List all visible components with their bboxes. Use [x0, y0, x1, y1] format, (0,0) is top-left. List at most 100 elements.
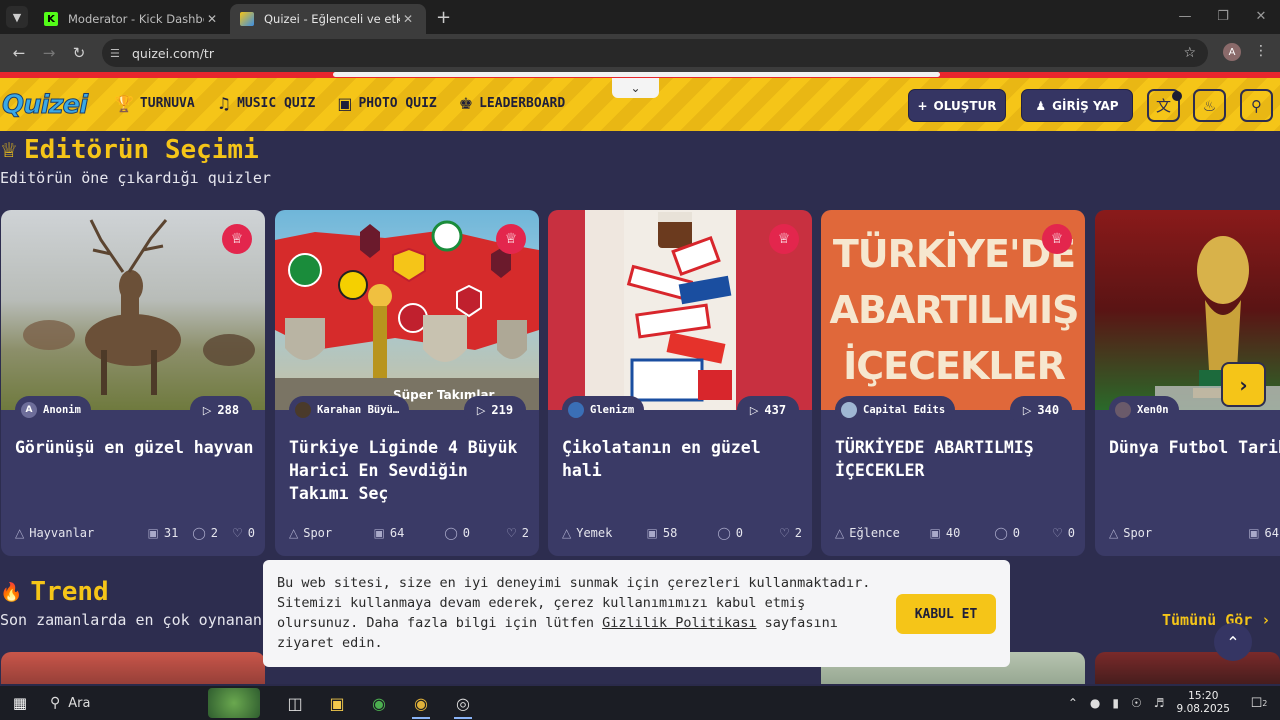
notification-count: 2	[1262, 698, 1268, 708]
quiz-card[interactable]: TÜRKİYE'DE ABARTILMIŞ İÇECEKLER ♕ Capita…	[821, 210, 1085, 556]
close-window-icon[interactable]: ✕	[1242, 0, 1280, 32]
wifi-icon[interactable]: ☉	[1131, 696, 1142, 710]
task-view-icon[interactable]: ◫	[274, 686, 316, 720]
cookie-message: Bu web sitesi, size en iyi deneyimi sunm…	[277, 573, 887, 653]
clock[interactable]: 15:20 9.08.2025	[1177, 690, 1230, 716]
accept-cookies-button[interactable]: KABUL ET	[896, 594, 996, 634]
author-chip[interactable]: Glenizm	[562, 396, 645, 424]
search-icon[interactable]: ⚲	[1240, 89, 1273, 122]
quiz-title[interactable]: Çikolatanın en güzel hali	[562, 436, 802, 482]
file-explorer-icon[interactable]: ▣	[316, 686, 358, 720]
create-button[interactable]: + OLUŞTUR	[908, 89, 1006, 122]
user-icon: ♟	[1035, 98, 1047, 113]
quiz-title[interactable]: Görünüşü en güzel hayvan	[15, 436, 255, 459]
nav-tournament[interactable]: 🏆 TURNUVA	[114, 94, 195, 113]
login-button[interactable]: ♟ GİRİŞ YAP	[1021, 89, 1133, 122]
reload-icon[interactable]: ↻	[64, 44, 94, 62]
quiz-card[interactable]: ♕ Glenizm ▷ 437 Çikolatanın en güzel hal…	[548, 210, 812, 556]
trend-subtitle: Son zamanlarda en çok oynanan	[0, 611, 262, 629]
tab-quizei[interactable]: Quizei - Eğlenceli ve etkileşimli ✕	[230, 4, 426, 34]
close-icon[interactable]: ✕	[400, 12, 416, 26]
notification-icon[interactable]: ☐ 2	[1246, 692, 1272, 714]
like-count-value: 0	[1067, 526, 1075, 540]
author-chip[interactable]: Karahan Büyü…	[289, 396, 410, 424]
browser-menu-icon[interactable]: ⋮	[1254, 43, 1268, 59]
site-info-icon[interactable]: ☰	[110, 47, 128, 60]
speaker-icon[interactable]: ♬	[1154, 696, 1165, 710]
scroll-to-top-button[interactable]: ⌃	[1214, 623, 1252, 661]
chevron-down-icon[interactable]: ⌄	[612, 78, 659, 98]
question-count-value: 58	[662, 526, 678, 540]
clock-date: 9.08.2025	[1176, 703, 1230, 715]
nav-label: TURNUVA	[139, 96, 195, 111]
plus-icon: +	[917, 98, 928, 113]
quiz-card[interactable]: Süper Takımlar ♕ Karahan Büyü… ▷ 219 Tür…	[275, 210, 539, 556]
quiz-title[interactable]: Türkiye Liginde 4 Büyük Harici En Sevdiğ…	[289, 436, 529, 505]
avatar	[1115, 402, 1131, 418]
nav-photo-quiz[interactable]: ▣ PHOTO QUIZ	[337, 94, 436, 113]
new-tab-plus-icon[interactable]: +	[436, 7, 451, 28]
nav-music-quiz[interactable]: ♫ MUSIC QUIZ	[217, 94, 316, 113]
maximize-icon[interactable]: ❐	[1204, 0, 1242, 32]
site-logo[interactable]: Quizei	[1, 90, 88, 121]
microphone-icon[interactable]: ●	[1090, 696, 1100, 710]
author-chip[interactable]: A Anonim	[15, 396, 91, 424]
category-icon: △	[835, 526, 845, 540]
battery-icon[interactable]: ▮	[1112, 696, 1119, 710]
taskbar-search[interactable]: ⚲ Ara	[40, 686, 208, 720]
search-icon: ⚲	[50, 695, 61, 711]
category-icon: △	[289, 526, 299, 540]
author-name: Glenizm	[590, 404, 635, 416]
play-icon: ▷	[1022, 403, 1032, 417]
author-name: Xen0n	[1137, 404, 1169, 416]
quiz-title[interactable]: TÜRKİYEDE ABARTILMIŞ İÇECEKLER	[835, 436, 1075, 482]
widgets-icon[interactable]	[208, 688, 260, 718]
category: △ Spor	[1109, 526, 1234, 540]
comment-icon: ◯	[444, 526, 458, 540]
author-chip[interactable]: Xen0n	[1109, 396, 1179, 424]
chrome-active-icon[interactable]: ◉	[400, 686, 442, 720]
windows-start-icon[interactable]: ▦	[0, 694, 40, 712]
obs-icon[interactable]: ◎	[442, 686, 484, 720]
category-label: Eğlence	[849, 526, 900, 540]
see-all-link[interactable]: Tümünü Gör ›	[1162, 611, 1270, 629]
tab-search-button[interactable]: ▼	[6, 6, 28, 28]
play-count: ▷ 340	[1010, 396, 1072, 424]
comment-count-value: 0	[1012, 526, 1020, 540]
like-count: ♡ 0	[232, 526, 255, 540]
profile-avatar[interactable]: A	[1223, 43, 1241, 61]
url-bar[interactable]: ☰ quizei.com/tr ☆	[102, 39, 1208, 67]
chevron-up-icon[interactable]: ⌃	[1068, 696, 1078, 710]
window-controls: — ❐ ✕	[1166, 0, 1280, 32]
quiz-title[interactable]: Dünya Futbol Tarihi En İyi Maçı	[1109, 436, 1280, 459]
back-arrow-icon[interactable]: ←	[4, 44, 34, 62]
bell-icon[interactable]: ♨	[1193, 89, 1226, 122]
nav-leaderboard[interactable]: ♚ LEADERBOARD	[459, 94, 565, 113]
carousel-next-button[interactable]: ›	[1221, 362, 1266, 407]
section-title-text: Trend	[30, 577, 109, 607]
bookmark-star-icon[interactable]: ☆	[1183, 45, 1196, 61]
browser-tab-strip: ▼ K Moderator - Kick Dashboard ✕ Quizei …	[0, 0, 1280, 34]
heart-icon: ♡	[506, 526, 517, 540]
author-name: Anonim	[43, 404, 81, 416]
quiz-card[interactable]: ♕ A Anonim ▷ 288 Görünüşü en güzel hayva…	[1, 210, 265, 556]
privacy-policy-link[interactable]: Gizlilik Politikası	[602, 615, 756, 631]
play-count-value: 340	[1037, 403, 1060, 417]
comment-icon: ◯	[994, 526, 1008, 540]
play-count: ▷ 288	[190, 396, 252, 424]
comment-count-value: 0	[735, 526, 743, 540]
author-chip[interactable]: Capital Edits	[835, 396, 956, 424]
category-icon: △	[562, 526, 572, 540]
chrome-icon[interactable]: ◉	[358, 686, 400, 720]
image-stack-icon: ▣	[1248, 526, 1260, 540]
heart-icon: ♡	[232, 526, 243, 540]
comment-count: ◯ 0	[994, 526, 1020, 540]
tab-kick-dashboard[interactable]: K Moderator - Kick Dashboard ✕	[34, 4, 230, 34]
minimize-icon[interactable]: —	[1166, 0, 1204, 32]
trend-card-thumbnail[interactable]	[1, 652, 265, 684]
close-icon[interactable]: ✕	[204, 12, 220, 26]
forward-arrow-icon[interactable]: →	[34, 44, 64, 62]
category: △ Spor	[289, 526, 360, 540]
trend-card-thumbnail[interactable]	[1095, 652, 1280, 684]
like-count-value: 0	[247, 526, 255, 540]
